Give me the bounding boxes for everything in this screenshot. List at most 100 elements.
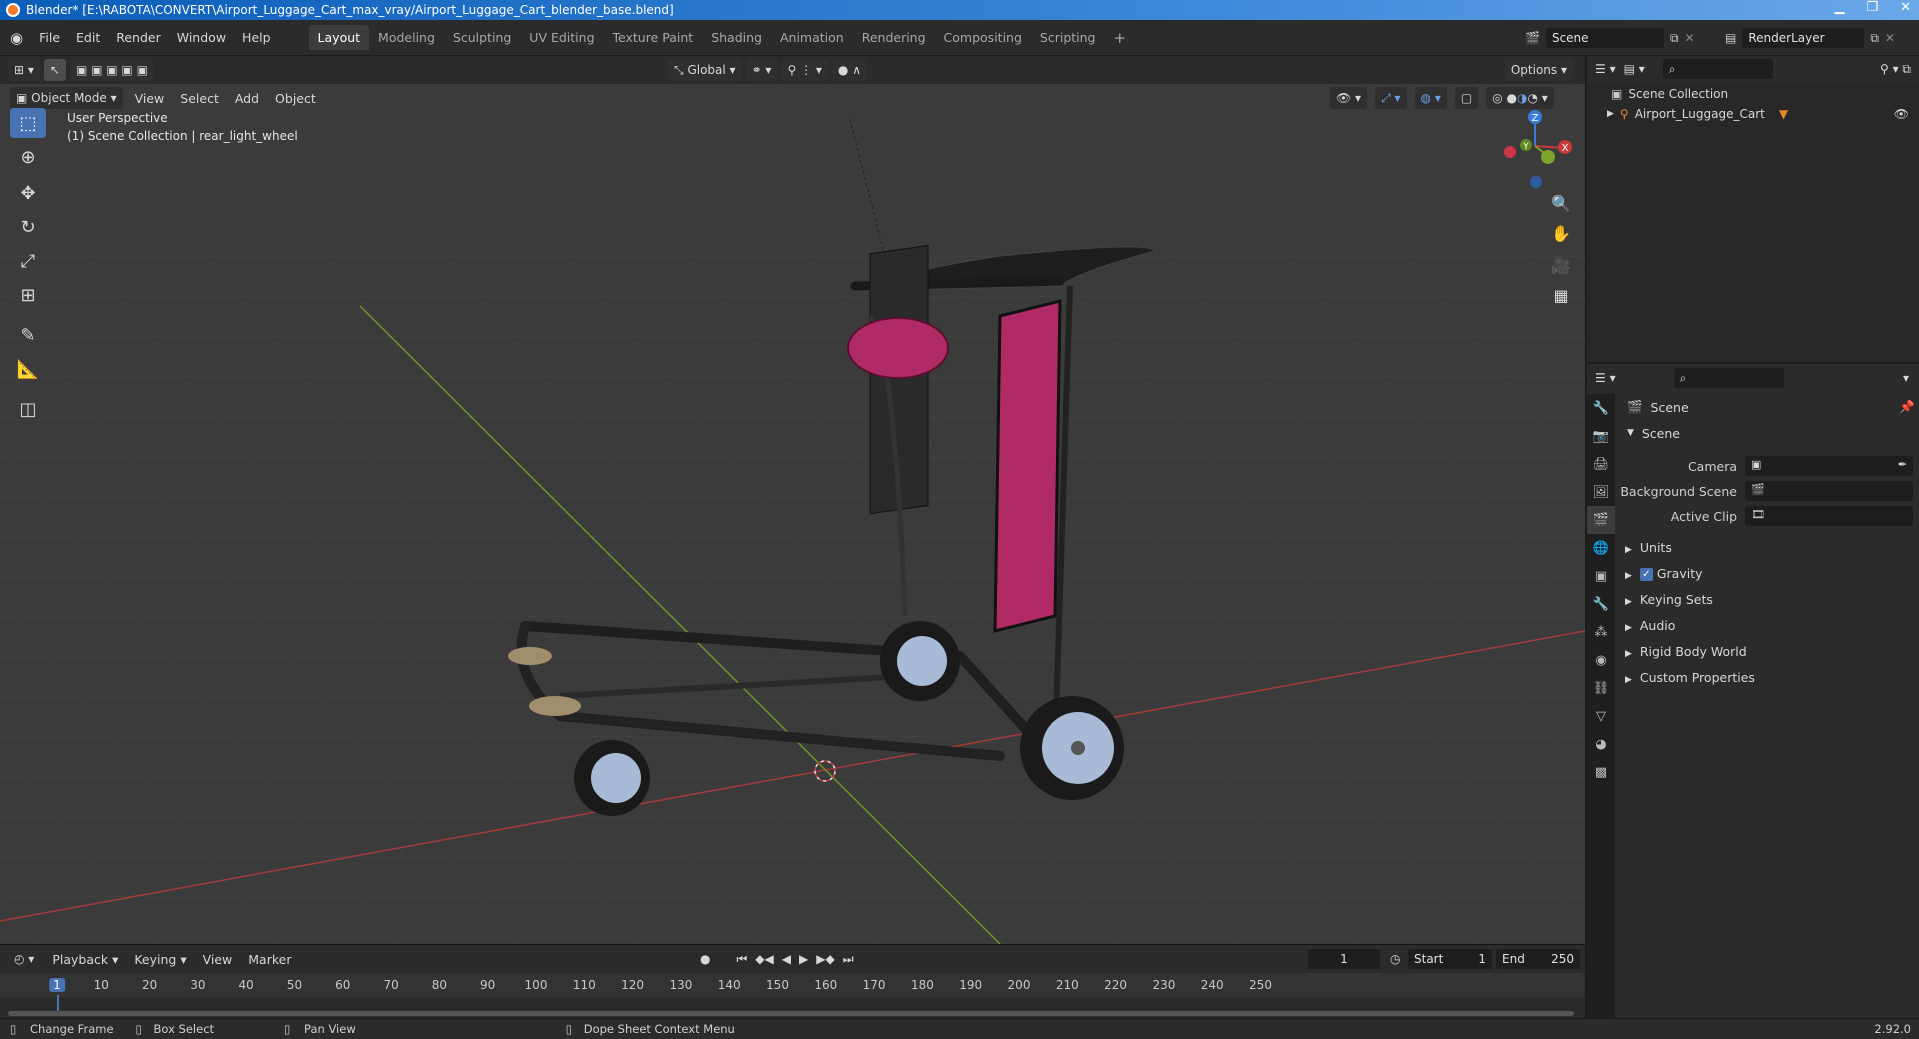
properties-editor-icon[interactable]: ☰ ▾ [1595,371,1616,385]
tab-texture-paint[interactable]: Texture Paint [604,25,703,50]
timeline-menu-marker[interactable]: Marker [240,952,299,967]
record-icon[interactable]: ● [700,952,710,966]
viewport-menu-view[interactable]: View [127,91,173,106]
tab-shading[interactable]: Shading [702,25,771,50]
select-box-tool-icon[interactable]: ⬚ [10,108,46,138]
transform-orientation-dropdown[interactable]: ⤡ Global ▾ [668,59,742,81]
constraints-tab-icon[interactable]: ⛓ [1587,674,1615,702]
viewport-menu-add[interactable]: Add [227,91,267,106]
timeline-ruler[interactable]: 1 10 20 30 40 50 60 70 80 90 100 110 120 130 140 150 160… [0,973,1585,1015]
transform-tool-icon[interactable]: ⊞ [10,280,46,310]
display-mode-icon[interactable]: ▤ ▾ [1624,62,1645,76]
tool-tab-icon[interactable]: 🔧 [1587,394,1615,422]
tab-compositing[interactable]: Compositing [935,25,1031,50]
visibility-icon[interactable]: 👁 ▾ [1330,87,1368,109]
ortho-grid-icon[interactable]: ▦ [1548,282,1574,308]
expand-arrow-icon[interactable]: ▶ [1607,109,1614,119]
outliner-editor-icon[interactable]: ☰ ▾ [1595,62,1616,76]
jump-end-icon[interactable]: ⏭ [843,952,854,967]
tab-uv-editing[interactable]: UV Editing [520,25,603,50]
zoom-icon[interactable]: 🔍 [1548,190,1574,216]
tab-rendering[interactable]: Rendering [853,25,935,50]
timeline-menu-keying[interactable]: Keying ▾ [126,952,194,967]
tab-animation[interactable]: Animation [771,25,853,50]
options-dropdown[interactable]: Options ▾ [1504,59,1573,81]
active-clip-field[interactable]: 🎞 [1745,506,1913,526]
pin-icon[interactable]: 📌 [1899,399,1915,415]
panel-custom-properties[interactable]: ▶ Custom Properties [1625,666,1755,692]
move-tool-icon[interactable]: ✥ [10,178,46,208]
eyedropper-icon[interactable]: ✒ [1898,458,1907,471]
menu-file[interactable]: File [31,30,68,45]
minimize-icon[interactable]: ▁ [1834,0,1844,15]
view-layer-selector[interactable]: RenderLayer [1742,28,1865,48]
select-tool-icon[interactable]: ↖ [43,59,66,81]
tab-sculpting[interactable]: Sculpting [444,25,520,50]
outliner-search-input[interactable]: ⌕ [1662,59,1773,79]
world-tab-icon[interactable]: 🌐 [1587,534,1615,562]
scale-tool-icon[interactable]: ⤢ [10,246,46,276]
cursor-tool-icon[interactable]: ⊕ [10,142,46,172]
menu-render[interactable]: Render [108,30,169,45]
outliner-root[interactable]: ▣ Scene Collection [1611,84,1728,104]
particles-tab-icon[interactable]: ⁂ [1587,618,1615,646]
texture-tab-icon[interactable]: ▩ [1587,758,1615,786]
panel-gravity[interactable]: ▶ ✓ Gravity [1625,562,1755,588]
viewport-scene[interactable]: Z X Y [0,56,1585,944]
play-icon[interactable]: ▶ [799,952,808,966]
jump-start-icon[interactable]: ⏮ [736,952,747,967]
menu-edit[interactable]: Edit [68,30,108,45]
camera-view-icon[interactable]: 🎥 [1548,252,1574,278]
tab-layout[interactable]: Layout [308,25,370,50]
panel-rigid-body-world[interactable]: ▶ Rigid Body World [1625,640,1755,666]
timeline-menu-view[interactable]: View [195,952,241,967]
visibility-eye-icon[interactable]: 👁 [1894,107,1909,121]
delete-scene-icon[interactable]: ✕ [1685,31,1695,45]
editor-type-icon[interactable]: ⊞ ▾ [8,59,40,81]
delete-view-layer-icon[interactable]: ✕ [1885,31,1895,45]
pivot-icon[interactable]: ⚭ ▾ [745,59,778,81]
clock-icon[interactable]: ◷ [1390,952,1400,966]
viewport-menu-object[interactable]: Object [267,91,324,106]
new-view-layer-icon[interactable]: ⧉ [1870,31,1879,46]
render-tab-icon[interactable]: 📷 [1587,422,1615,450]
rotate-tool-icon[interactable]: ↻ [10,212,46,242]
close-icon[interactable]: ✕ [1900,0,1911,15]
panel-audio[interactable]: ▶ Audio [1625,614,1755,640]
add-workspace-icon[interactable]: + [1105,24,1136,52]
properties-search-input[interactable]: ⌕ [1673,368,1784,388]
pan-hand-icon[interactable]: ✋ [1548,220,1574,246]
gravity-checkbox[interactable]: ✓ [1639,568,1653,581]
select-mode-icons[interactable]: ▣ ▣ ▣ ▣ ▣ [69,59,154,81]
viewport-menu-select[interactable]: Select [172,91,227,106]
timeline-editor-icon[interactable]: ◴ ▾ [8,948,40,970]
collapse-icon[interactable]: ▾ [1903,371,1909,385]
background-scene-field[interactable]: 🎬 [1745,481,1913,501]
shading-modes-icon[interactable]: ◎ ● ◑ ◔ ▾ [1486,87,1554,109]
view-layer-icon[interactable]: ▤ [1725,31,1736,45]
overlay-toggle-icon[interactable]: ◍ ▾ [1414,87,1447,109]
scene-section-header[interactable]: ▼ Scene [1627,422,1680,444]
new-scene-icon[interactable]: ⧉ [1670,31,1679,46]
add-cube-tool-icon[interactable]: ◫ [10,394,46,424]
current-frame-field[interactable]: 1 [1308,949,1380,969]
xray-icon[interactable]: ▢ [1454,87,1479,109]
filter-icon[interactable]: ⚲ ▾ ⧉ [1880,62,1911,77]
maximize-icon[interactable]: ❐ [1866,0,1878,15]
mode-dropdown[interactable]: ▣ Object Mode ▾ [10,87,123,109]
play-reverse-icon[interactable]: ◀ [782,952,791,966]
panel-units[interactable]: ▶ Units [1625,536,1755,562]
scene-selector[interactable]: Scene [1545,28,1664,48]
annotate-tool-icon[interactable]: ✎ [10,320,46,350]
proportional-edit-icon[interactable]: ● ∧ [831,59,867,81]
material-tab-icon[interactable]: ◕ [1587,730,1615,758]
menu-help[interactable]: Help [234,30,279,45]
gizmo-toggle-icon[interactable]: ⤢ ▾ [1375,87,1407,109]
next-keyframe-icon[interactable]: ▶◆ [816,952,834,966]
camera-field[interactable]: ▣ ✒ [1745,456,1913,476]
tab-modeling[interactable]: Modeling [369,25,444,50]
menu-window[interactable]: Window [169,30,234,45]
end-frame-field[interactable]: End 250 [1496,949,1580,969]
scene-icon[interactable]: 🎬 [1525,31,1540,45]
timeline-menu-playback[interactable]: Playback ▾ [44,952,126,967]
